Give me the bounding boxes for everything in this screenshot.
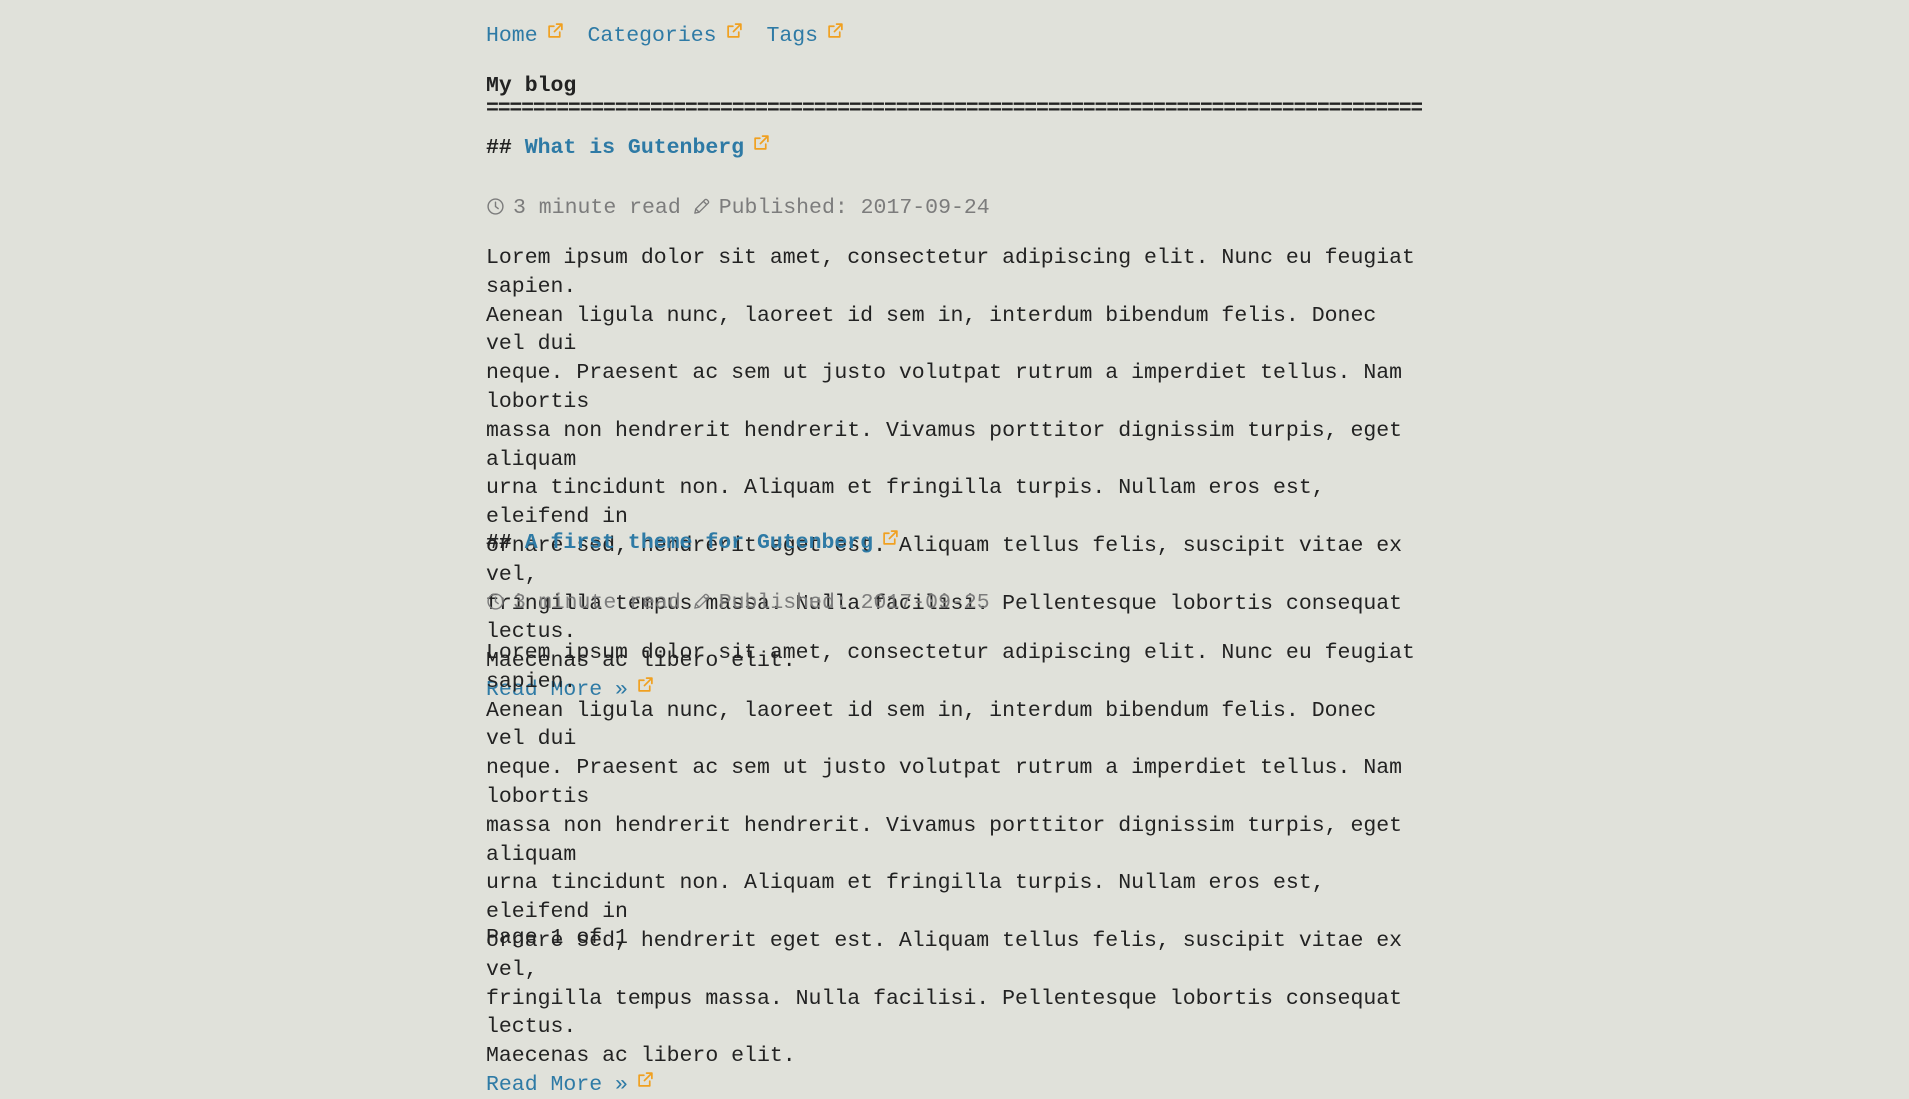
post-item: ## A first theme for Gutenberg 3 minute … xyxy=(486,529,1422,1099)
post-heading: ## A first theme for Gutenberg xyxy=(486,529,1422,556)
title-underline: ========================================… xyxy=(486,97,1422,121)
heading-prefix: ## xyxy=(486,531,512,555)
external-link-icon[interactable] xyxy=(726,22,743,39)
post-title-link[interactable]: A first theme for Gutenberg xyxy=(525,531,873,555)
nav-tags-link[interactable]: Tags xyxy=(766,24,818,48)
post-meta: 3 minute read Published: 2017-09-25 xyxy=(486,590,1422,616)
post-heading: ## What is Gutenberg xyxy=(486,134,1422,161)
heading-prefix: ## xyxy=(486,136,512,160)
blog-title: My blog xyxy=(486,74,577,98)
top-nav: Home Categories Tags xyxy=(486,22,855,48)
nav-home[interactable]: Home xyxy=(486,22,577,48)
external-link-icon[interactable] xyxy=(547,22,564,39)
clock-icon xyxy=(486,592,505,611)
external-link-icon[interactable] xyxy=(827,22,844,39)
nav-categories-link[interactable]: Categories xyxy=(588,24,717,48)
pagination-text: Page 1 of 1 xyxy=(486,926,628,950)
external-link-icon[interactable] xyxy=(882,529,899,546)
pencil-icon xyxy=(692,592,711,611)
read-more-link[interactable]: Read More » xyxy=(486,1073,628,1097)
nav-categories[interactable]: Categories xyxy=(588,22,756,48)
nav-tags[interactable]: Tags xyxy=(766,22,844,48)
read-time: 3 minute read xyxy=(513,591,681,615)
post-meta: 3 minute read Published: 2017-09-24 xyxy=(486,195,1422,221)
post-title-link[interactable]: What is Gutenberg xyxy=(525,136,744,160)
nav-home-link[interactable]: Home xyxy=(486,24,538,48)
published-date: Published: 2017-09-24 xyxy=(718,196,990,220)
pencil-icon xyxy=(692,197,711,216)
external-link-icon[interactable] xyxy=(753,134,770,151)
clock-icon xyxy=(486,197,505,216)
read-time: 3 minute read xyxy=(513,196,681,220)
published-date: Published: 2017-09-25 xyxy=(718,591,990,615)
read-more[interactable]: Read More » xyxy=(486,1071,1422,1099)
external-link-icon[interactable] xyxy=(637,1071,654,1088)
post-excerpt: Lorem ipsum dolor sit amet, consectetur … xyxy=(486,641,1415,1069)
